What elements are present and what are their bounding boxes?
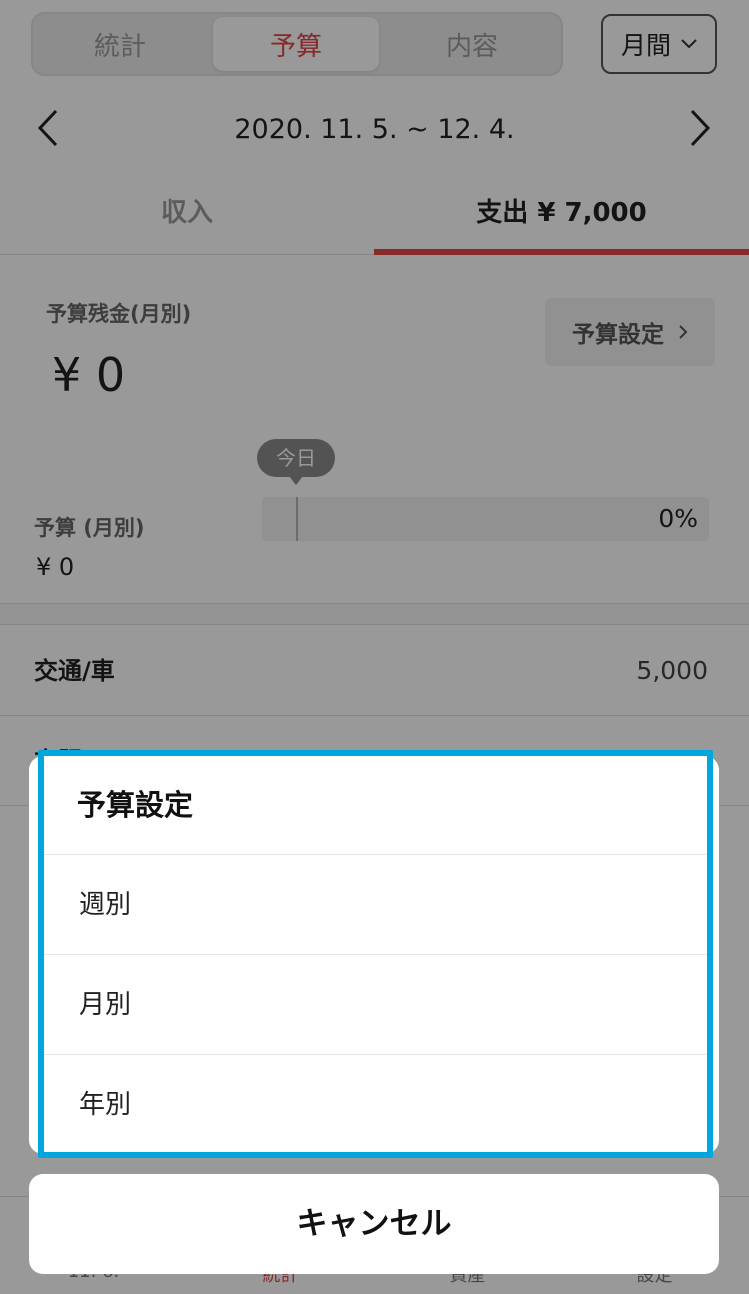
cancel-button[interactable]: キャンセル bbox=[29, 1174, 719, 1274]
focus-highlight-frame bbox=[38, 750, 713, 1158]
